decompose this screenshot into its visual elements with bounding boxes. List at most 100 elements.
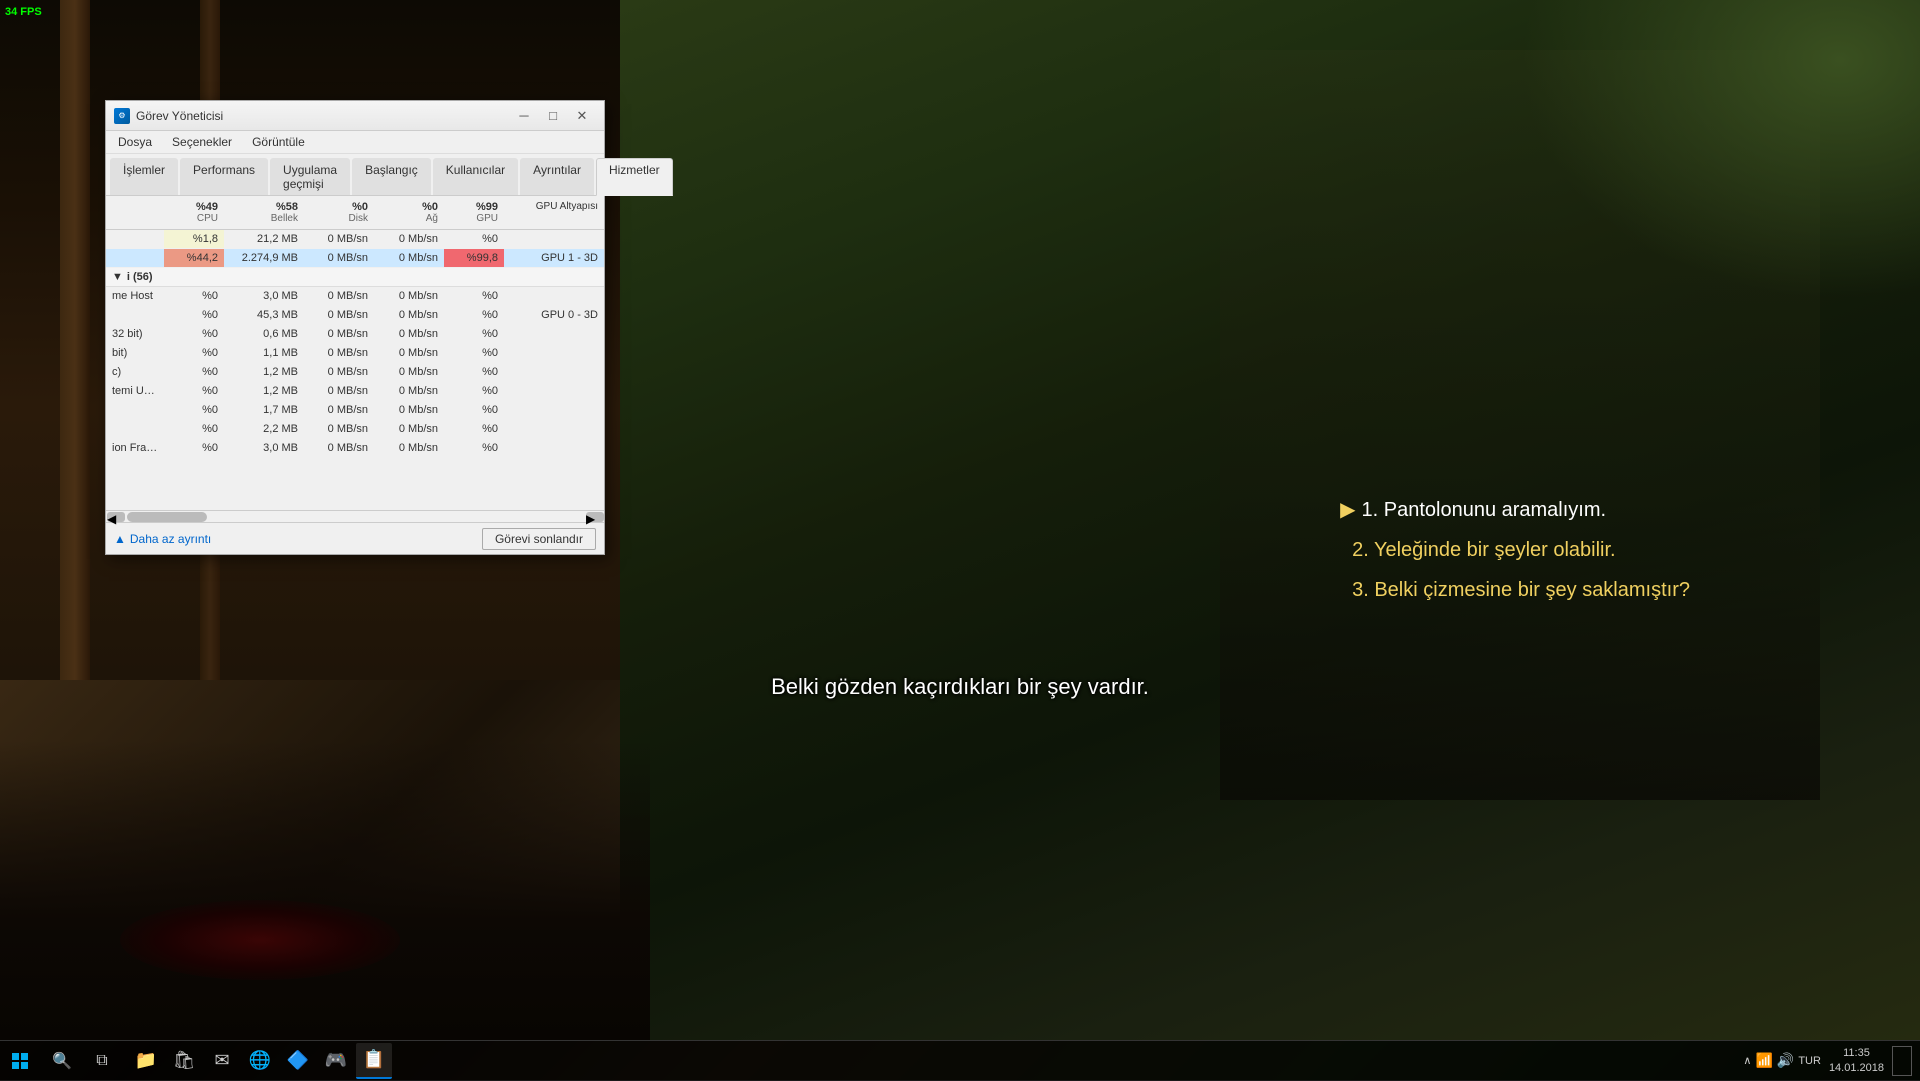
task-view-icon[interactable]: ⧉ — [84, 1043, 120, 1079]
h-scroll-thumb[interactable] — [127, 512, 207, 522]
mail-icon[interactable]: ✉ — [204, 1043, 240, 1079]
process-row[interactable]: me Host %0 3,0 MB 0 MB/sn 0 Mb/sn %0 — [106, 287, 604, 306]
close-button[interactable]: ✕ — [568, 106, 596, 126]
process-row[interactable]: %1,8 21,2 MB 0 MB/sn 0 Mb/sn %0 — [106, 230, 604, 249]
quest-option-1-active[interactable]: ▶1. Pantolonunu aramalıyım. — [1340, 490, 1690, 530]
process-network: 0 Mb/sn — [374, 382, 444, 400]
process-gpu: %0 — [444, 382, 504, 400]
tab-islemler[interactable]: İşlemler — [110, 158, 178, 195]
process-disk: 0 MB/sn — [304, 420, 374, 438]
search-icon[interactable]: 🔍 — [44, 1043, 80, 1079]
volume-icon[interactable]: 🔊 — [1777, 1052, 1794, 1069]
process-list[interactable]: %1,8 21,2 MB 0 MB/sn 0 Mb/sn %0 %44,2 2.… — [106, 230, 604, 510]
process-name — [106, 401, 164, 419]
store-icon[interactable]: 🛍 — [166, 1043, 202, 1079]
tab-performans[interactable]: Performans — [180, 158, 268, 195]
process-disk: 0 MB/sn — [304, 401, 374, 419]
show-desktop-button[interactable] — [1892, 1046, 1912, 1076]
col-name[interactable] — [106, 199, 164, 226]
maximize-button[interactable]: □ — [539, 106, 567, 126]
process-memory: 1,2 MB — [224, 363, 304, 381]
window-controls: ─ □ ✕ — [510, 106, 596, 126]
wood-beam-1 — [60, 0, 90, 680]
process-gpu-engine — [504, 401, 604, 419]
process-row-game[interactable]: %44,2 2.274,9 MB 0 MB/sn 0 Mb/sn %99,8 G… — [106, 249, 604, 268]
process-name — [106, 420, 164, 438]
tab-ayrintilar[interactable]: Ayrıntılar — [520, 158, 594, 195]
process-row[interactable]: bit) %0 1,1 MB 0 MB/sn 0 Mb/sn %0 — [106, 344, 604, 363]
process-gpu: %0 — [444, 401, 504, 419]
process-gpu: %0 — [444, 439, 504, 457]
process-memory: 2.274,9 MB — [224, 249, 304, 267]
menu-dosya[interactable]: Dosya — [110, 133, 160, 151]
col-disk[interactable]: %0 Disk — [304, 199, 374, 226]
file-explorer-icon[interactable]: 📁 — [128, 1043, 164, 1079]
process-name: ion Framework ... — [106, 439, 164, 457]
horizontal-scrollbar[interactable]: ◀ ▶ — [106, 510, 604, 522]
process-memory: 1,7 MB — [224, 401, 304, 419]
process-row[interactable]: 32 bit) %0 0,6 MB 0 MB/sn 0 Mb/sn %0 — [106, 325, 604, 344]
foliage-top-right — [1520, 0, 1920, 300]
menu-secenekler[interactable]: Seçenekler — [164, 133, 240, 151]
process-gpu-engine — [504, 382, 604, 400]
process-gpu: %99,8 — [444, 249, 504, 267]
process-cpu: %0 — [164, 401, 224, 419]
col-memory[interactable]: %58 Bellek — [224, 199, 304, 226]
start-button[interactable] — [0, 1041, 40, 1081]
process-disk: 0 MB/sn — [304, 306, 374, 324]
process-row[interactable]: ion Framework ... %0 3,0 MB 0 MB/sn 0 Mb… — [106, 439, 604, 458]
col-network[interactable]: %0 Ağ — [374, 199, 444, 226]
process-gpu-engine — [504, 230, 604, 248]
process-cpu: %0 — [164, 363, 224, 381]
process-network: 0 Mb/sn — [374, 306, 444, 324]
quest-option-2[interactable]: 2. Yeleğinde bir şeyler olabilir. — [1340, 530, 1690, 570]
process-row[interactable]: temi Uygulaması %0 1,2 MB 0 MB/sn 0 Mb/s… — [106, 382, 604, 401]
process-group-header[interactable]: ▼ i (56) — [106, 268, 604, 287]
col-gpu-engine[interactable]: GPU Altyapısı — [504, 199, 604, 226]
process-row[interactable]: %0 1,7 MB 0 MB/sn 0 Mb/sn %0 — [106, 401, 604, 420]
title-bar[interactable]: ⚙ Görev Yöneticisi ─ □ ✕ — [106, 101, 604, 131]
process-network: 0 Mb/sn — [374, 230, 444, 248]
less-detail-button[interactable]: ▲ Daha az ayrıntı — [114, 532, 211, 546]
minimize-button[interactable]: ─ — [510, 106, 538, 126]
process-cpu: %0 — [164, 439, 224, 457]
keyboard-layout[interactable]: TUR — [1798, 1055, 1821, 1067]
process-row[interactable]: c) %0 1,2 MB 0 MB/sn 0 Mb/sn %0 — [106, 363, 604, 382]
col-cpu[interactable]: %49 CPU — [164, 199, 224, 226]
column-headers: %49 CPU %58 Bellek %0 Disk %0 Ağ %99 GPU… — [106, 196, 604, 230]
task-manager-app-icon[interactable]: 📋 — [356, 1043, 392, 1079]
tab-baslangic[interactable]: Başlangıç — [352, 158, 431, 195]
group-gpu — [444, 268, 504, 286]
fps-value: 34 FPS — [5, 5, 42, 19]
quest-option-3[interactable]: 3. Belki çizmesine bir şey saklamıştır? — [1340, 570, 1690, 610]
process-memory: 2,2 MB — [224, 420, 304, 438]
process-memory: 3,0 MB — [224, 439, 304, 457]
h-scroll-left[interactable]: ◀ — [107, 512, 125, 522]
tab-hizmetler[interactable]: Hizmetler — [596, 158, 673, 196]
less-detail-label: Daha az ayrıntı — [130, 532, 211, 546]
app-icon-1[interactable]: 🔷 — [280, 1043, 316, 1079]
clock[interactable]: 11:35 14.01.2018 — [1825, 1046, 1888, 1075]
process-row[interactable]: %0 2,2 MB 0 MB/sn 0 Mb/sn %0 — [106, 420, 604, 439]
tab-uygulama-gecmisi[interactable]: Uygulama geçmişi — [270, 158, 350, 195]
menu-goruntule[interactable]: Görüntüle — [244, 133, 313, 151]
group-cpu — [164, 268, 224, 286]
browser-app-icon[interactable]: 🌐 — [242, 1043, 278, 1079]
process-memory: 21,2 MB — [224, 230, 304, 248]
network-icon[interactable]: 📶 — [1755, 1052, 1772, 1069]
process-row[interactable]: %0 45,3 MB 0 MB/sn 0 Mb/sn %0 GPU 0 - 3D — [106, 306, 604, 325]
tab-kullanicilar[interactable]: Kullanıcılar — [433, 158, 518, 195]
process-memory: 3,0 MB — [224, 287, 304, 305]
process-cpu: %0 — [164, 344, 224, 362]
process-gpu: %0 — [444, 420, 504, 438]
h-scroll-right[interactable]: ▶ — [586, 512, 604, 522]
process-name: temi Uygulaması — [106, 382, 164, 400]
end-task-button[interactable]: Görevi sonlandır — [482, 528, 596, 550]
window-title: Görev Yöneticisi — [136, 109, 510, 123]
process-gpu: %0 — [444, 363, 504, 381]
system-tray-expand[interactable]: ∧ — [1743, 1054, 1751, 1067]
group-name: ▼ i (56) — [106, 268, 164, 286]
process-disk: 0 MB/sn — [304, 325, 374, 343]
col-gpu[interactable]: %99 GPU — [444, 199, 504, 226]
game-app-icon[interactable]: 🎮 — [318, 1043, 354, 1079]
